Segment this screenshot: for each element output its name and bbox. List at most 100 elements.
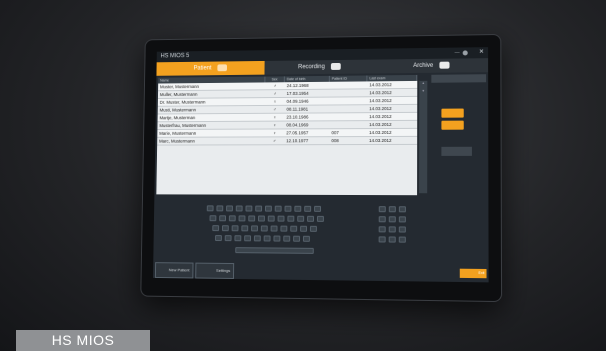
- keyboard-key[interactable]: [287, 215, 295, 222]
- keyboard-key[interactable]: [226, 205, 233, 212]
- table-cell: 007: [331, 130, 339, 136]
- main-content: Name Sex Date of birth Patient ID Last e…: [153, 72, 489, 282]
- keyboard-key[interactable]: [228, 215, 236, 222]
- table-row[interactable]: Marc, Mustermann ♂ 12.10.1977 008 14.03.2012: [157, 136, 418, 146]
- table-cell: [330, 97, 368, 104]
- table-cell: [330, 113, 368, 120]
- keyboard-key[interactable]: [307, 215, 315, 222]
- tablet-frame: HS MIOS 5 — ✕ Patient Recording Archive: [140, 33, 503, 303]
- numpad-key[interactable]: [398, 236, 406, 243]
- keyboard-key[interactable]: [260, 225, 268, 232]
- table-cell: 27.05.1957: [286, 130, 309, 136]
- numpad-key[interactable]: [378, 236, 386, 243]
- keyboard-key[interactable]: [280, 225, 288, 232]
- numpad-key[interactable]: [388, 226, 396, 233]
- keyboard-key[interactable]: [302, 235, 310, 242]
- alphabet-scroll[interactable]: ▲ ▼: [419, 80, 428, 194]
- close-icon[interactable]: ✕: [479, 47, 484, 58]
- keyboard-key[interactable]: [216, 205, 224, 212]
- scroll-up-icon[interactable]: ▲: [419, 81, 427, 89]
- keyboard-key[interactable]: [316, 215, 324, 222]
- status-indicator-icon: [462, 50, 468, 56]
- keyboard-key[interactable]: [238, 215, 246, 222]
- search-field[interactable]: [431, 74, 487, 83]
- exit-button[interactable]: Exit: [459, 268, 487, 279]
- keyboard-key[interactable]: [245, 205, 253, 212]
- keyboard-key[interactable]: [300, 225, 308, 232]
- action-button-2[interactable]: [441, 120, 464, 130]
- keyboard-key[interactable]: [270, 225, 278, 232]
- settings-label: Settings: [216, 267, 231, 273]
- tab-archive[interactable]: Archive: [375, 58, 488, 73]
- numpad-key[interactable]: [388, 206, 396, 213]
- table-cell: 14.03.2012: [369, 82, 392, 88]
- keyboard-key[interactable]: [294, 205, 302, 212]
- keyboard-key[interactable]: [283, 235, 291, 242]
- space-key[interactable]: [235, 247, 314, 254]
- keyboard-key[interactable]: [314, 205, 322, 212]
- new-patient-button[interactable]: New Patient: [154, 262, 194, 279]
- keyboard-key[interactable]: [258, 215, 265, 222]
- keyboard-key[interactable]: [206, 205, 214, 212]
- keyboard-key[interactable]: [215, 235, 222, 242]
- keyboard-key[interactable]: [212, 225, 220, 232]
- numpad-key[interactable]: [388, 236, 396, 243]
- keyboard-key[interactable]: [253, 235, 261, 242]
- keyboard-key[interactable]: [241, 225, 249, 232]
- table-cell: 14.03.2012: [369, 98, 392, 104]
- numpad-key[interactable]: [398, 226, 406, 233]
- settings-button[interactable]: Settings: [195, 262, 235, 279]
- table-cell: [330, 89, 368, 96]
- keyboard-key[interactable]: [244, 235, 252, 242]
- keyboard-key[interactable]: [290, 225, 298, 232]
- table-cell: 14.03.2012: [369, 106, 392, 112]
- tab-recording[interactable]: Recording: [264, 60, 375, 75]
- keyboard-key[interactable]: [219, 215, 227, 222]
- table-cell: 24.12.1968: [286, 82, 309, 89]
- keyboard-key[interactable]: [297, 215, 305, 222]
- keyboard-key[interactable]: [221, 225, 229, 232]
- on-screen-keyboard: [206, 205, 424, 273]
- numpad-key[interactable]: [398, 216, 406, 223]
- app-title: HS MIOS 5: [160, 53, 190, 60]
- keyboard-key[interactable]: [251, 225, 258, 232]
- keyboard-key[interactable]: [293, 235, 301, 242]
- numpad-key[interactable]: [378, 216, 386, 223]
- numpad-key[interactable]: [378, 206, 386, 213]
- table-cell: Martje, Musterman: [159, 115, 196, 121]
- keyboard-key[interactable]: [284, 205, 292, 212]
- screen: HS MIOS 5 — ✕ Patient Recording Archive: [152, 47, 489, 283]
- numpad-key[interactable]: [388, 216, 396, 223]
- keyboard-key[interactable]: [273, 235, 281, 242]
- table-cell: 04.09.1946: [286, 98, 309, 104]
- table-cell: ♂: [273, 83, 277, 89]
- table-cell: 14.03.2012: [369, 129, 392, 136]
- keyboard-key[interactable]: [304, 205, 312, 212]
- keyboard-key[interactable]: [277, 215, 285, 222]
- keyboard-key[interactable]: [264, 205, 272, 212]
- keyboard-key[interactable]: [231, 225, 239, 232]
- keyboard-key[interactable]: [255, 205, 263, 212]
- keyboard-key[interactable]: [234, 235, 242, 242]
- keyboard-key[interactable]: [209, 215, 217, 222]
- table-cell: 12.10.1977: [286, 138, 309, 144]
- keyboard-key[interactable]: [263, 235, 271, 242]
- numpad-key[interactable]: [398, 206, 406, 213]
- table-cell: ♂: [272, 138, 277, 144]
- table-cell: Marc, Mustermann: [159, 138, 195, 144]
- keyboard-key[interactable]: [267, 215, 275, 222]
- scroll-down-icon[interactable]: ▼: [419, 89, 427, 97]
- table-cell: 14.03.2012: [369, 90, 392, 96]
- numpad-key[interactable]: [378, 226, 386, 233]
- side-panel: [431, 74, 487, 256]
- tab-patient[interactable]: Patient: [156, 60, 265, 76]
- table-cell: 17.03.1954: [286, 90, 309, 96]
- keyboard-key[interactable]: [309, 225, 317, 232]
- action-button-1[interactable]: [441, 108, 464, 118]
- keyboard-key[interactable]: [235, 205, 243, 212]
- keyboard-key[interactable]: [274, 205, 282, 212]
- keyboard-key[interactable]: [248, 215, 256, 222]
- action-button-3[interactable]: [441, 146, 472, 156]
- new-patient-label: New Patient: [168, 267, 190, 273]
- keyboard-key[interactable]: [224, 235, 232, 242]
